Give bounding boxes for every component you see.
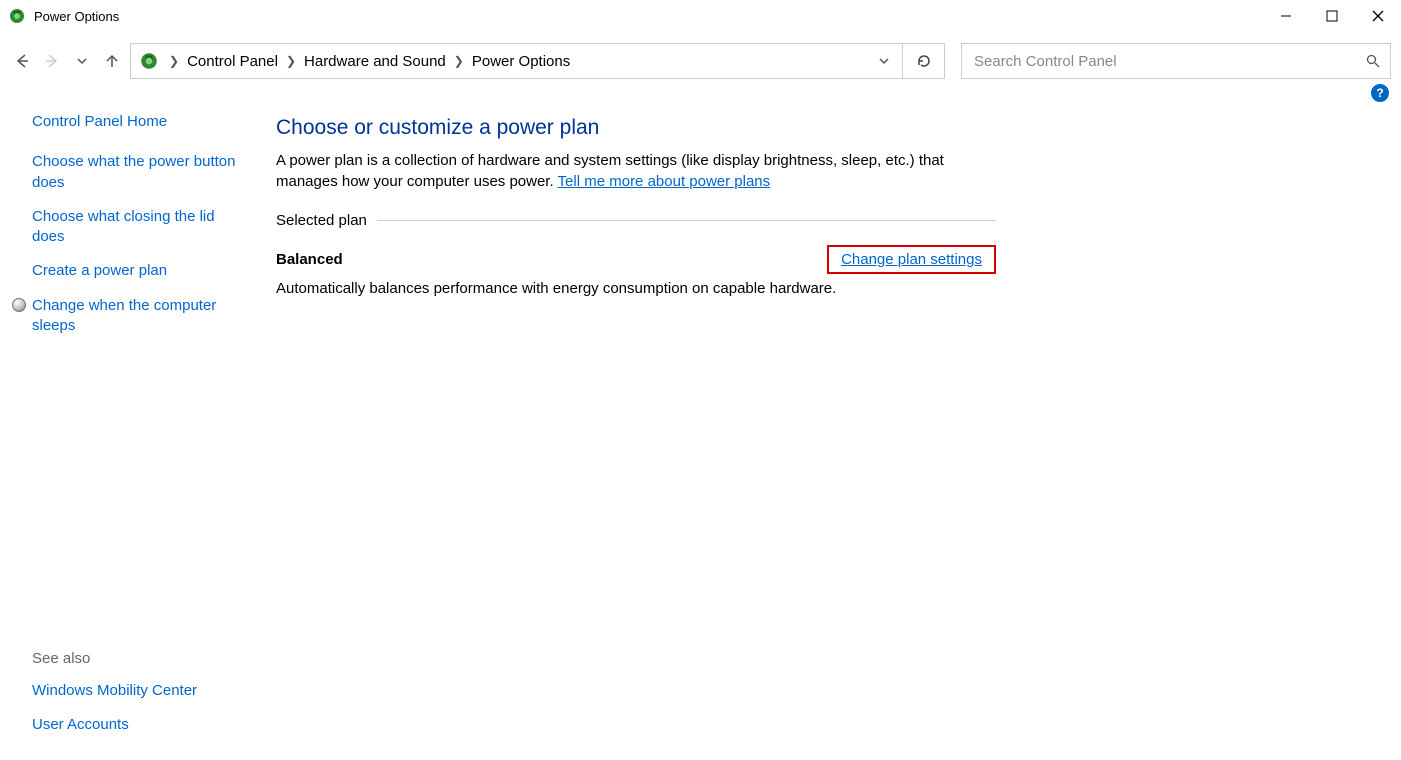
recent-dropdown-button[interactable] [70,49,94,73]
help-icon[interactable]: ? [1371,84,1389,102]
body: Control Panel Home Choose what the power… [0,102,1401,760]
tell-me-more-link[interactable]: Tell me more about power plans [558,173,771,190]
breadcrumb-item[interactable]: Control Panel [181,53,284,70]
sidebar-link-label: Change when the computer sleeps [32,297,216,334]
page-heading: Choose or customize a power plan [276,116,996,140]
chevron-right-icon[interactable]: ❯ [284,54,298,68]
close-button[interactable] [1355,0,1401,32]
see-also-mobility-center[interactable]: Windows Mobility Center [32,681,244,701]
maximize-button[interactable] [1309,0,1355,32]
sidebar-link-power-button[interactable]: Choose what the power button does [32,152,244,193]
see-also-user-accounts[interactable]: User Accounts [32,715,244,735]
minimize-button[interactable] [1263,0,1309,32]
search-icon[interactable] [1366,54,1380,68]
plan-name: Balanced [276,251,343,268]
change-plan-settings-link[interactable]: Change plan settings [841,251,982,268]
sidebar: Control Panel Home Choose what the power… [10,102,256,760]
titlebar: Power Options [0,0,1401,32]
plan-row: Balanced Change plan settings [276,251,996,274]
main-content: Choose or customize a power plan A power… [256,102,996,760]
search-box[interactable] [961,43,1391,79]
selected-plan-label: Selected plan [276,212,367,229]
see-also-label: See also [32,650,244,667]
toolbar: ❯ Control Panel ❯ Hardware and Sound ❯ P… [0,42,1401,80]
page-description: A power plan is a collection of hardware… [276,150,996,192]
help-row: ? [0,80,1401,102]
divider [377,220,996,221]
up-button[interactable] [100,49,124,73]
selected-plan-section: Selected plan [276,212,996,229]
window-controls [1263,0,1401,32]
sleep-icon [12,298,26,312]
refresh-button[interactable] [902,44,944,78]
sidebar-link-closing-lid[interactable]: Choose what closing the lid does [32,207,244,248]
plan-description: Automatically balances performance with … [276,280,996,297]
change-plan-highlight: Change plan settings [827,245,996,274]
search-input[interactable] [972,52,1366,71]
breadcrumb-item[interactable]: Power Options [466,53,576,70]
breadcrumb-item[interactable]: Hardware and Sound [298,53,452,70]
chevron-right-icon[interactable]: ❯ [452,54,466,68]
address-bar[interactable]: ❯ Control Panel ❯ Hardware and Sound ❯ P… [130,43,945,79]
power-options-icon [139,51,159,71]
sidebar-link-change-sleep[interactable]: Change when the computer sleeps [32,296,244,337]
sidebar-link-create-plan[interactable]: Create a power plan [32,261,244,281]
chevron-right-icon[interactable]: ❯ [167,54,181,68]
window-title: Power Options [34,9,119,24]
power-options-icon [8,7,26,25]
address-dropdown-button[interactable] [866,44,902,78]
forward-button[interactable] [40,49,64,73]
sidebar-home-link[interactable]: Control Panel Home [32,112,244,132]
sidebar-bottom: See also Windows Mobility Center User Ac… [32,350,244,750]
back-button[interactable] [10,49,34,73]
